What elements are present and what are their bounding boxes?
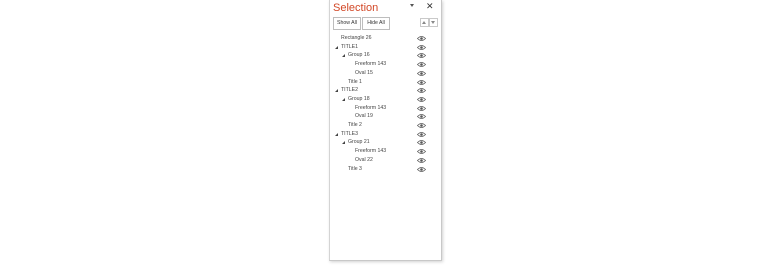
close-icon[interactable]: ✕ <box>426 1 434 11</box>
visibility-eye-icon[interactable] <box>417 61 426 68</box>
list-item-label: Freeform 143 <box>355 104 387 111</box>
pane-title: Selection <box>333 2 379 14</box>
hide-all-button[interactable]: Hide All <box>362 17 390 30</box>
visibility-eye-icon[interactable] <box>417 96 426 103</box>
list-item[interactable]: TITLE3 <box>330 130 441 139</box>
selection-pane: Selection ✕ Show All Hide All Rectangle … <box>329 0 442 261</box>
list-item-label: Oval 22 <box>355 156 373 163</box>
visibility-eye-icon[interactable] <box>417 52 426 59</box>
list-item[interactable]: Freeform 143 <box>330 147 441 156</box>
list-item-label: TITLE2 <box>341 87 359 94</box>
visibility-eye-icon[interactable] <box>417 70 426 77</box>
visibility-eye-icon[interactable] <box>417 105 426 112</box>
list-item-label: Oval 19 <box>355 113 373 120</box>
list-item[interactable]: Group 16 <box>330 51 441 60</box>
list-item-label: TITLE1 <box>341 43 359 50</box>
visibility-eye-icon[interactable] <box>417 139 426 146</box>
expand-triangle-icon[interactable] <box>335 132 338 136</box>
list-item[interactable]: Oval 15 <box>330 69 441 78</box>
expand-triangle-icon[interactable] <box>335 89 338 93</box>
visibility-eye-icon[interactable] <box>417 131 426 138</box>
send-backward-button[interactable] <box>429 18 438 27</box>
expand-triangle-icon[interactable] <box>335 45 338 49</box>
list-item[interactable]: Group 21 <box>330 138 441 147</box>
visibility-eye-icon[interactable] <box>417 122 426 129</box>
expand-triangle-icon[interactable] <box>342 54 345 58</box>
list-item-label: Oval 15 <box>355 69 373 76</box>
expand-triangle-icon[interactable] <box>342 97 345 101</box>
list-item[interactable]: Group 18 <box>330 95 441 104</box>
task-pane-options-icon[interactable] <box>410 4 414 7</box>
list-item[interactable]: Rectangle 26 <box>330 34 441 43</box>
list-item-label: Freeform 143 <box>355 61 387 68</box>
visibility-eye-icon[interactable] <box>417 148 426 155</box>
list-item[interactable]: Freeform 143 <box>330 104 441 113</box>
list-item[interactable]: Title 2 <box>330 121 441 130</box>
list-item-label: Group 18 <box>348 95 370 102</box>
bring-forward-button[interactable] <box>420 18 429 27</box>
expand-triangle-icon[interactable] <box>342 141 345 145</box>
visibility-eye-icon[interactable] <box>417 157 426 164</box>
list-item-label: Freeform 143 <box>355 148 387 155</box>
list-item-label: Title 1 <box>348 78 362 85</box>
list-item-label: Group 16 <box>348 52 370 59</box>
visibility-eye-icon[interactable] <box>417 113 426 120</box>
chevron-down-icon <box>431 21 435 24</box>
visibility-eye-icon[interactable] <box>417 166 426 173</box>
visibility-eye-icon[interactable] <box>417 79 426 86</box>
list-item-label: Title 2 <box>348 122 362 128</box>
list-item[interactable]: Title 1 <box>330 78 441 87</box>
list-item[interactable]: Oval 19 <box>330 112 441 121</box>
show-all-button[interactable]: Show All <box>333 17 361 30</box>
list-item[interactable]: Title 3 <box>330 165 441 174</box>
visibility-eye-icon[interactable] <box>417 44 426 51</box>
list-item[interactable]: TITLE2 <box>330 86 441 95</box>
chevron-up-icon <box>422 21 426 24</box>
list-item-label: Group 21 <box>348 139 370 146</box>
list-item-label: TITLE3 <box>341 130 359 137</box>
list-item[interactable]: Oval 22 <box>330 156 441 165</box>
list-item[interactable]: TITLE1 <box>330 43 441 52</box>
visibility-eye-icon[interactable] <box>417 35 426 42</box>
list-item[interactable]: Freeform 143 <box>330 60 441 69</box>
list-item-label: Title 3 <box>348 165 362 172</box>
visibility-eye-icon[interactable] <box>417 87 426 94</box>
list-item-label: Rectangle 26 <box>341 35 372 41</box>
